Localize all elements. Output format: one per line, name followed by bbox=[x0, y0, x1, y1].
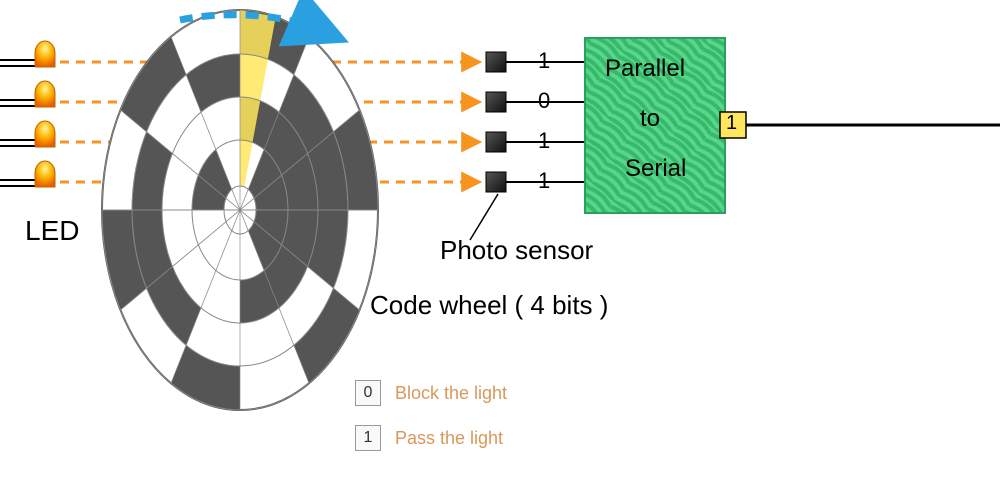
converter-line2: to bbox=[640, 105, 660, 133]
legend-pass-val: 1 bbox=[364, 429, 373, 447]
serial-out-bit: 1 bbox=[726, 112, 737, 135]
legend-pass-text: Pass the light bbox=[395, 428, 503, 449]
code-wheel-label: Code wheel ( 4 bits ) bbox=[370, 290, 608, 321]
photo-sensor-array bbox=[486, 52, 506, 192]
legend-pass-box: 1 bbox=[355, 425, 381, 451]
photo-sensor-label: Photo sensor bbox=[440, 235, 593, 266]
led-label: LED bbox=[25, 215, 79, 247]
code-wheel bbox=[102, 10, 378, 410]
bit-label-3: 1 bbox=[538, 168, 550, 194]
legend-block-box: 0 bbox=[355, 380, 381, 406]
bit-label-0: 1 bbox=[538, 48, 550, 74]
converter-line1: Parallel bbox=[605, 55, 685, 83]
parallel-wires bbox=[506, 62, 585, 182]
converter-line3: Serial bbox=[625, 155, 686, 183]
bit-label-2: 1 bbox=[538, 128, 550, 154]
legend-block-val: 0 bbox=[364, 384, 373, 402]
bit-label-1: 0 bbox=[538, 88, 550, 114]
led-array bbox=[0, 41, 55, 187]
legend-block-text: Block the light bbox=[395, 383, 507, 404]
